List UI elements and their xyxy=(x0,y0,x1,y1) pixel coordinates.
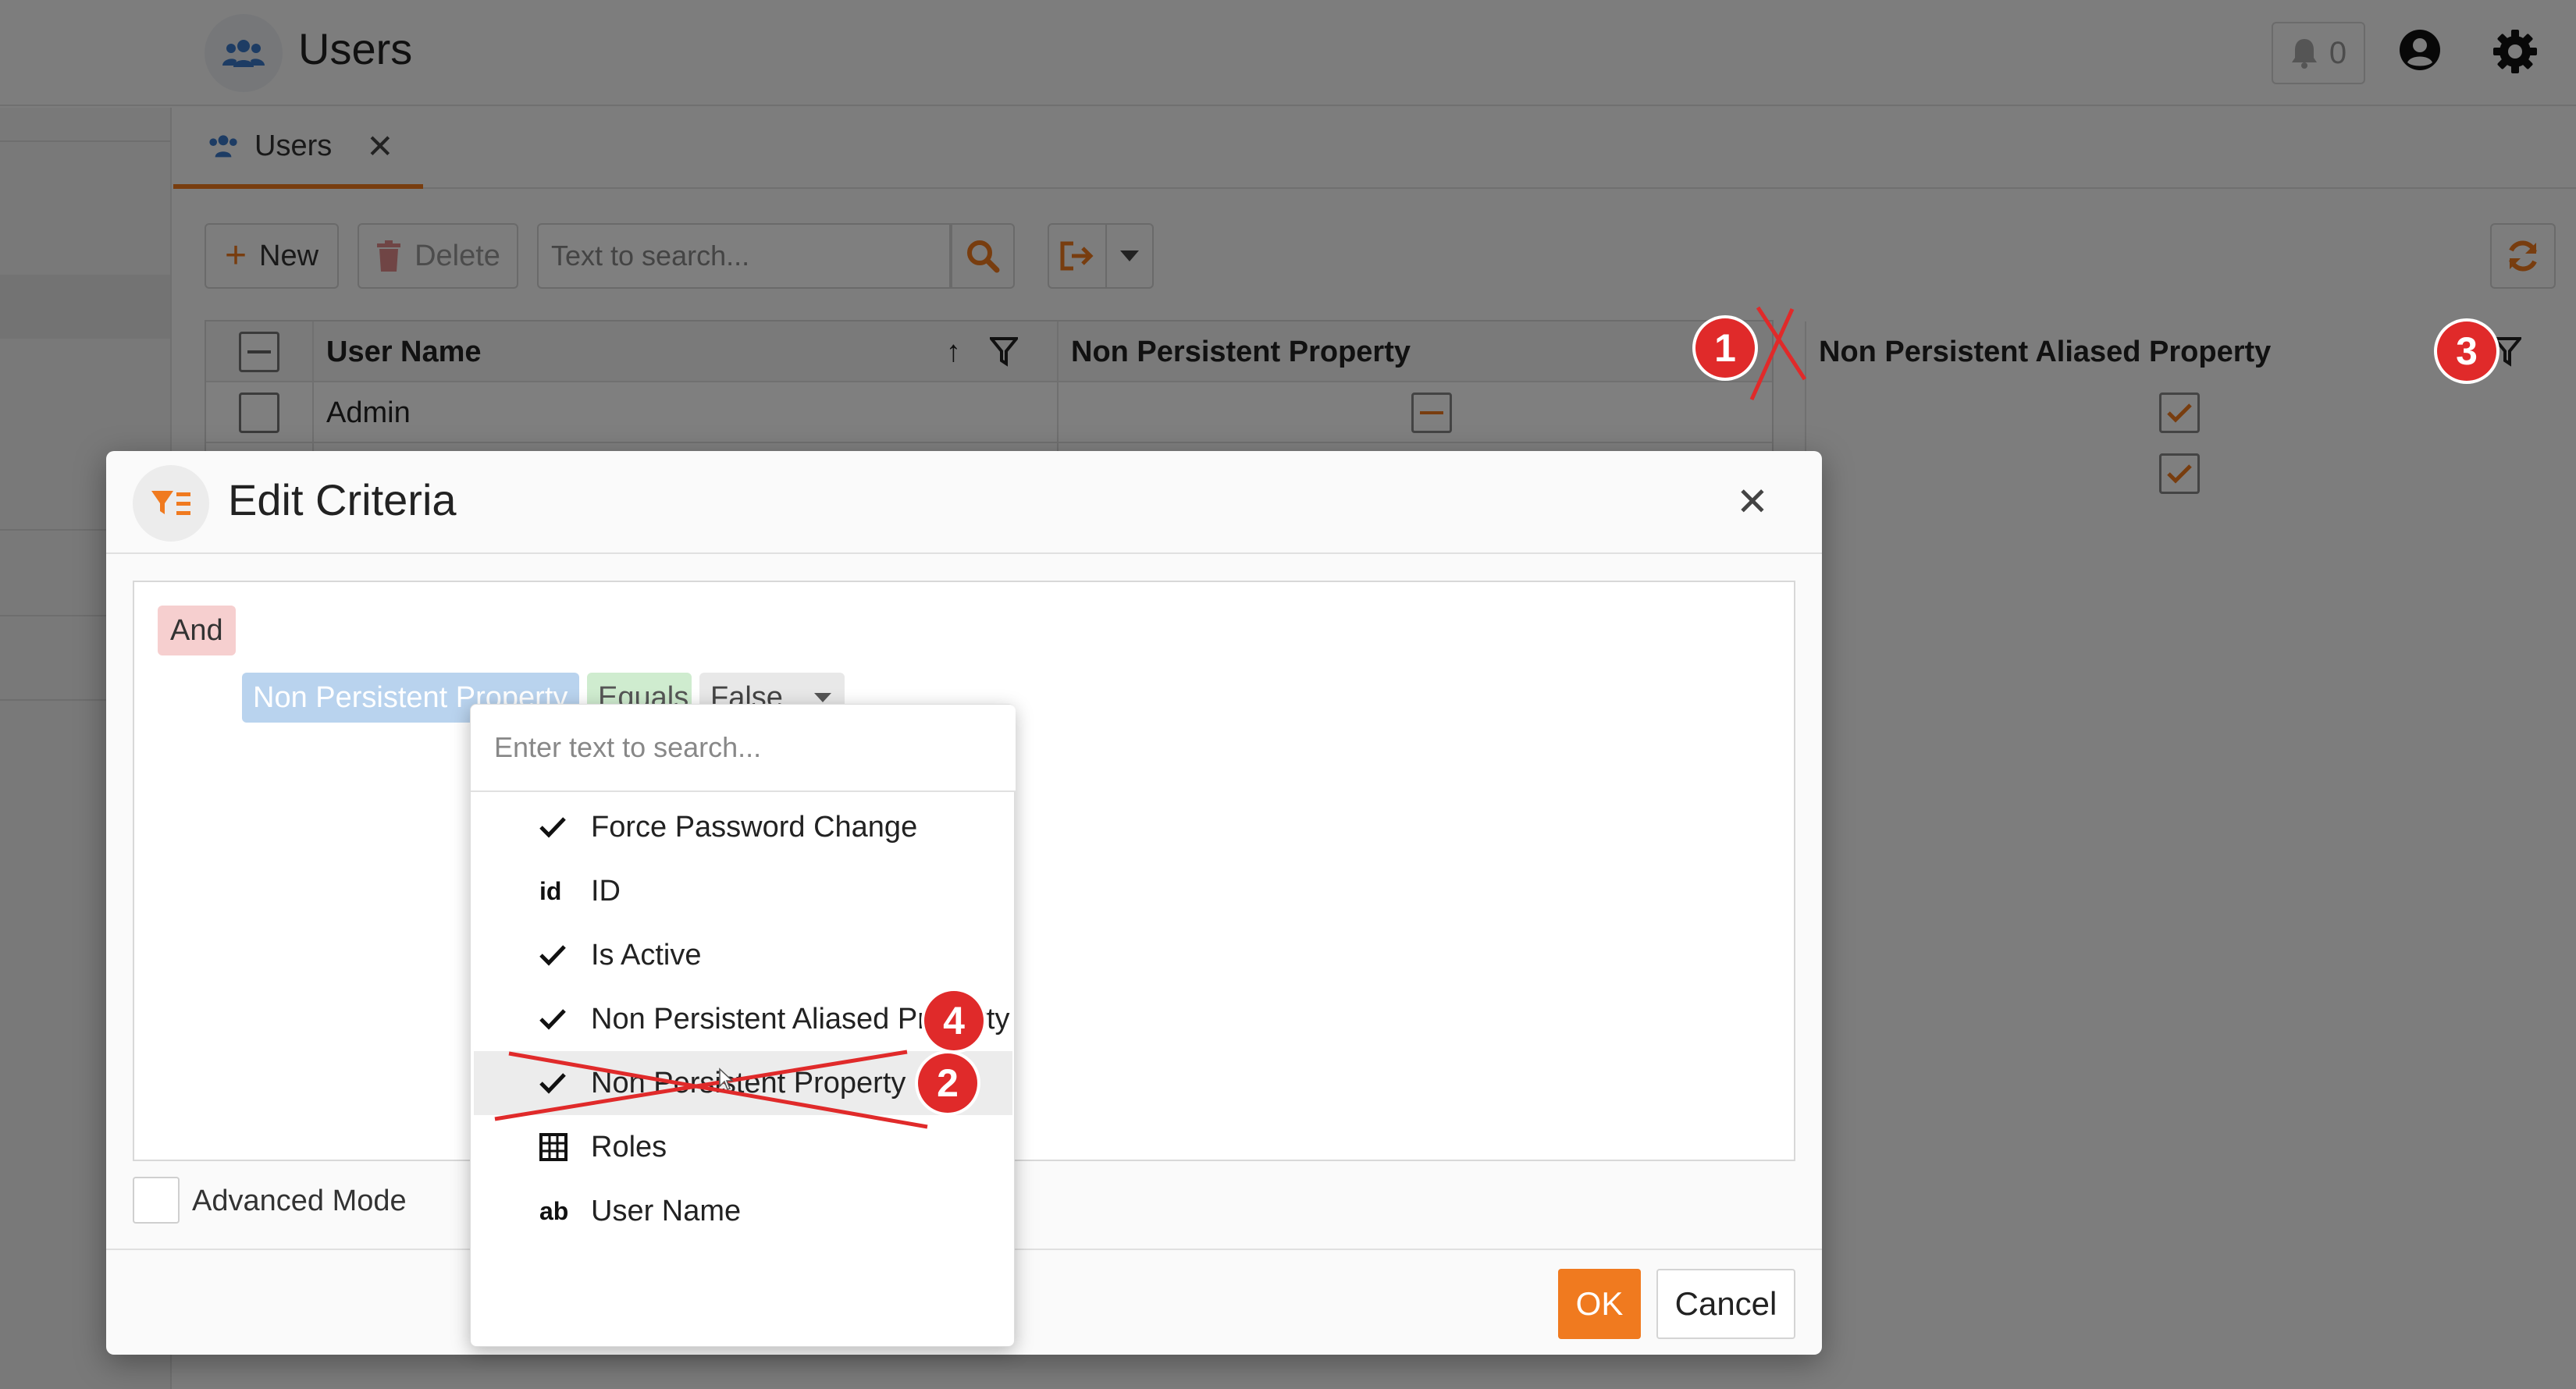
mouse-cursor-icon xyxy=(719,1068,734,1090)
dialog-title: Edit Criteria xyxy=(228,475,457,524)
filter-editor-icon xyxy=(133,465,209,542)
id-icon: id xyxy=(539,876,562,905)
annotation-badge-4: 4 xyxy=(924,991,984,1050)
check-icon xyxy=(539,816,588,838)
red-cross-mark xyxy=(1749,306,1807,401)
advanced-mode-label: Advanced Mode xyxy=(192,1185,407,1217)
annotation-badge-2: 2 xyxy=(918,1053,977,1113)
cancel-button[interactable]: Cancel xyxy=(1656,1269,1795,1339)
list-item-id[interactable]: id ID xyxy=(474,859,1012,923)
list-item-label: Roles xyxy=(591,1130,667,1163)
text-icon: ab xyxy=(539,1196,569,1225)
ok-button[interactable]: OK xyxy=(1558,1269,1641,1339)
advanced-mode-checkbox[interactable] xyxy=(133,1177,180,1224)
table-icon xyxy=(539,1133,588,1161)
list-item-force-password-change[interactable]: Force Password Change xyxy=(474,795,1012,859)
list-item-label: ID xyxy=(591,874,621,908)
list-item-label: Force Password Change xyxy=(591,810,918,844)
annotation-badge-1: 1 xyxy=(1695,318,1755,378)
red-cross-mark xyxy=(494,1050,928,1129)
list-item-label: User Name xyxy=(591,1194,742,1227)
list-item-user-name[interactable]: ab User Name xyxy=(474,1179,1012,1243)
check-icon xyxy=(539,944,588,966)
annotation-badge-3: 3 xyxy=(2437,321,2496,381)
dialog-header: Edit Criteria ✕ xyxy=(106,451,1822,554)
close-icon[interactable]: ✕ xyxy=(1736,479,1769,524)
group-operator-chip[interactable]: And xyxy=(158,606,236,655)
list-item-label: Is Active xyxy=(591,938,702,972)
list-item-is-active[interactable]: Is Active xyxy=(474,923,1012,987)
dropdown-search-input[interactable] xyxy=(471,705,1016,792)
check-icon xyxy=(539,1008,588,1030)
chevron-down-icon xyxy=(813,693,831,702)
